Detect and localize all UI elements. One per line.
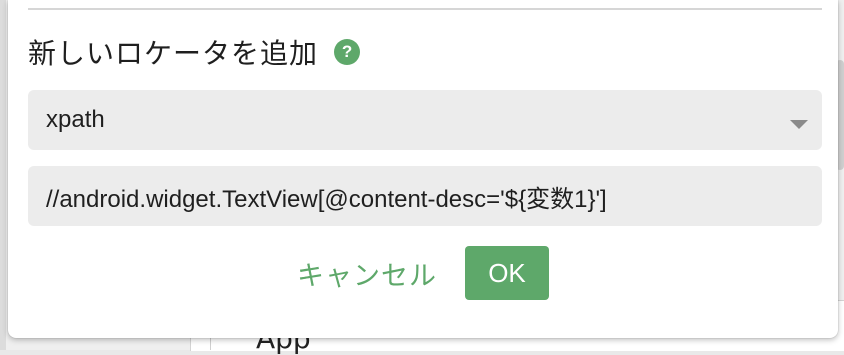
background-left-edge (0, 0, 6, 350)
help-icon[interactable]: ? (334, 39, 361, 65)
dialog-title: 新しいロケータを追加 (28, 37, 319, 70)
dialog-divider (28, 8, 822, 10)
locator-value-input[interactable]: //android.widget.TextView[@content-desc=… (28, 166, 822, 226)
locator-type-select[interactable]: xpath (28, 90, 822, 150)
add-locator-dialog: 新しいロケータを追加 ? xpath //android.widget.Text… (8, 0, 838, 338)
locator-value-text: //android.widget.TextView[@content-desc=… (46, 185, 607, 213)
locator-type-value: xpath (46, 106, 105, 133)
chevron-down-icon (790, 120, 808, 129)
cancel-button[interactable]: キャンセル (297, 254, 437, 293)
dialog-header: 新しいロケータを追加 ? (28, 32, 361, 72)
ok-button[interactable]: OK (465, 246, 549, 300)
dialog-actions: キャンセル OK (8, 246, 838, 300)
